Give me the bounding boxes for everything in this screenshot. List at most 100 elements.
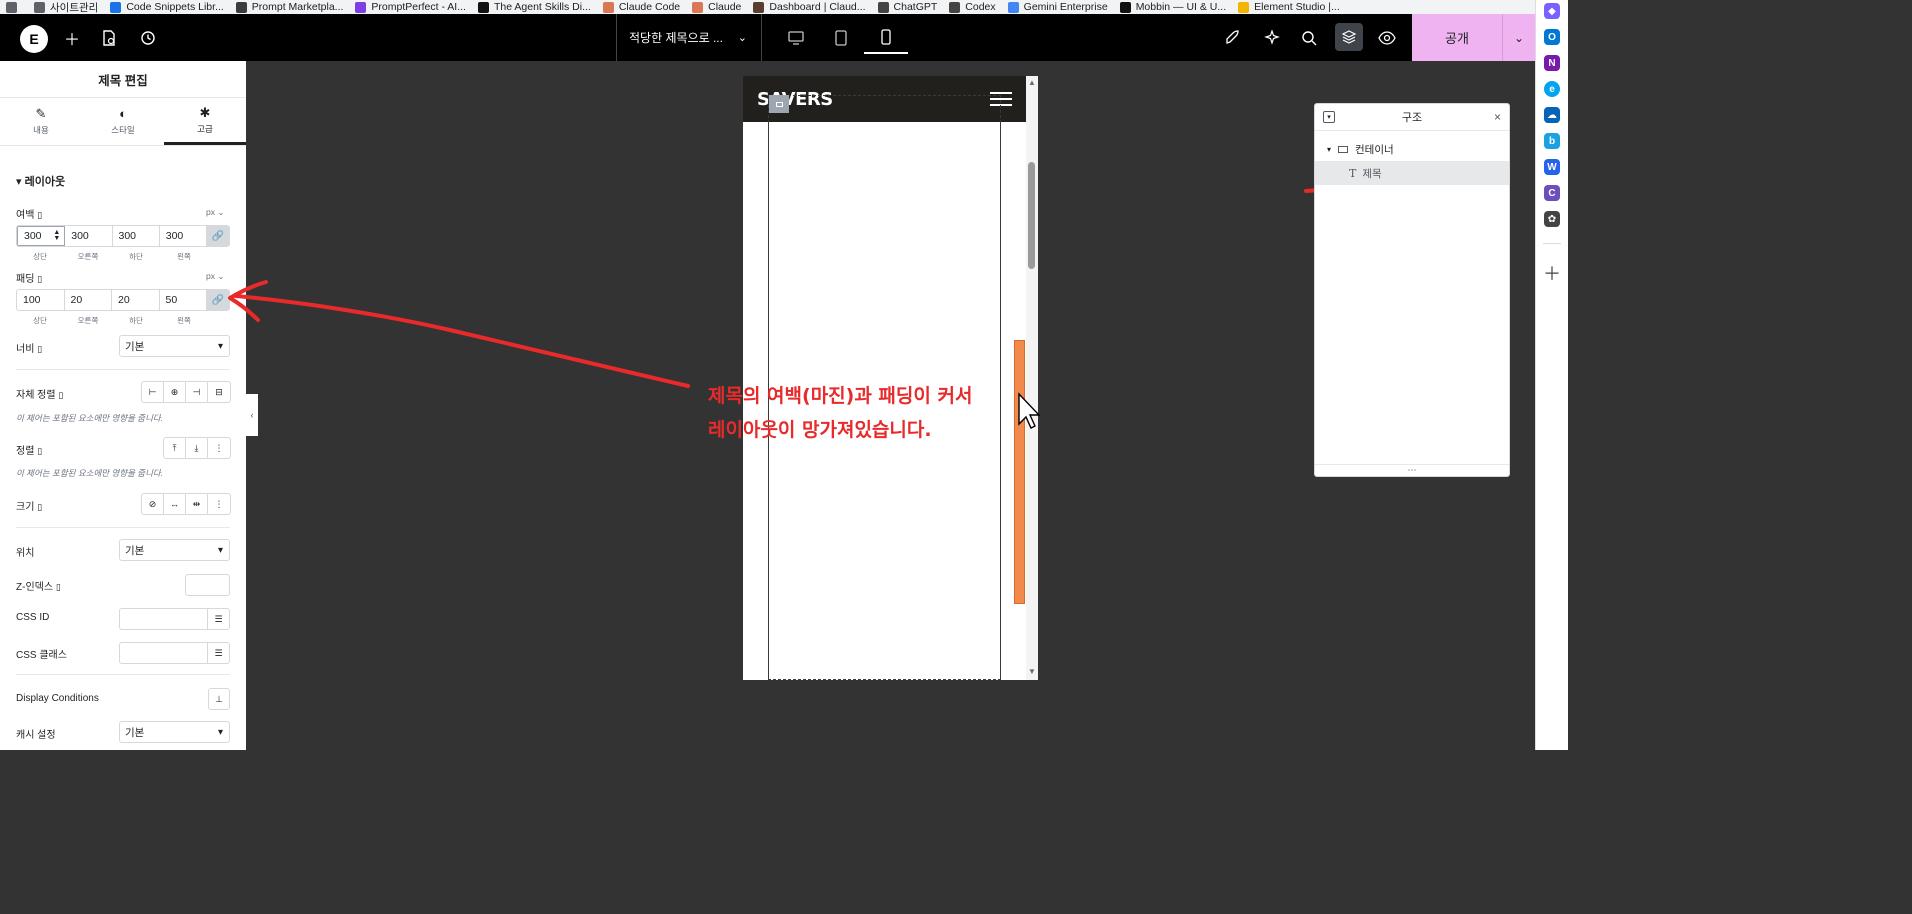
onenote-icon[interactable]: N <box>1544 55 1560 71</box>
bookmark-item[interactable]: Mobbin — UI & U... <box>1114 0 1232 14</box>
tab-style-label: 스타일 <box>111 125 135 135</box>
collapse-structure-icon[interactable]: ▾ <box>1323 111 1335 123</box>
layout-section-toggle[interactable]: ▾ 레이아웃 <box>16 173 65 189</box>
padding-top-input[interactable]: 100 <box>17 290 65 310</box>
bing-icon[interactable]: b <box>1544 133 1560 149</box>
dynamic-tags-icon[interactable]: ☰ <box>208 642 230 664</box>
margin-left-input[interactable]: 300 <box>160 226 207 246</box>
padding-left-input[interactable]: 50 <box>160 290 207 310</box>
css-class-input[interactable] <box>119 642 208 664</box>
align-start-icon[interactable]: ⊢ <box>142 382 164 402</box>
edge-icon[interactable]: e <box>1544 81 1560 97</box>
tab-content[interactable]: ✎ 내용 <box>0 98 82 145</box>
caret-down-icon[interactable]: ▾ <box>1327 145 1331 154</box>
display-conditions-sitemap-icon[interactable]: ⊥ <box>208 688 230 710</box>
bookmark-item[interactable]: PromptPerfect - AI... <box>349 0 472 14</box>
grow-icon[interactable]: ↔ <box>164 494 186 514</box>
link-values-icon[interactable]: 🔗 <box>207 226 229 246</box>
more-options-icon[interactable]: ⋮ <box>208 438 230 458</box>
margin-right-input[interactable]: 300 <box>65 226 113 246</box>
preview-eye-icon[interactable] <box>1376 27 1398 49</box>
no-grow-icon[interactable]: ⊘ <box>142 494 164 514</box>
bookmark-label: Gemini Enterprise <box>1023 1 1108 13</box>
desktop-view-button[interactable] <box>774 22 818 54</box>
bookmarks-bar: 사이트관리 Code Snippets Libr... Prompt Marketp… <box>0 0 1535 14</box>
bookmark-item[interactable]: Claude <box>686 0 747 14</box>
structure-item-heading[interactable]: T 제목 <box>1315 161 1509 185</box>
outlook-icon[interactable]: O <box>1544 29 1560 45</box>
collapse-panel-chevron-icon[interactable]: ‹ <box>246 394 258 436</box>
mobile-view-button[interactable] <box>864 22 908 54</box>
padding-right-input[interactable]: 20 <box>65 290 112 310</box>
history-icon[interactable] <box>137 27 159 49</box>
cache-label: 캐시 설정 <box>16 730 56 741</box>
self-align-note: 이 제어는 포함된 요소에만 영향을 줍니다. <box>16 413 164 423</box>
shrink-icon[interactable]: ⇹ <box>186 494 208 514</box>
document-title-dropdown[interactable]: 적당한 제목으로 ... ⌄ <box>616 14 762 61</box>
bookmark-item[interactable]: Code Snippets Libr... <box>104 0 229 14</box>
app-icon[interactable]: C <box>1544 185 1560 201</box>
ai-sparkle-icon[interactable] <box>1261 27 1283 49</box>
padding-bottom-input[interactable]: 20 <box>112 290 160 310</box>
bookmark-item[interactable]: The Agent Skills Di... <box>472 0 597 14</box>
bookmark-item[interactable]: Dashboard | Claud... <box>747 0 871 14</box>
cache-select[interactable]: 기본 <box>119 721 230 743</box>
bookmark-item[interactable]: Codex <box>943 0 1001 14</box>
align-stretch-icon[interactable]: ⊟ <box>208 382 230 402</box>
agent-skills-icon <box>477 1 489 13</box>
rocket-icon[interactable] <box>1221 27 1243 49</box>
container-icon <box>1338 145 1349 153</box>
add-element-icon[interactable]: ＋ <box>61 27 83 49</box>
bookmark-item[interactable]: ChatGPT <box>872 0 944 14</box>
extension-icon[interactable]: ◆ <box>1544 3 1560 19</box>
scroll-down-icon[interactable]: ▼ <box>1028 667 1036 676</box>
mobile-preview-canvas[interactable]: SAVERS ▲ ▼ <box>743 76 1038 680</box>
bookmark-item[interactable]: Claude Code <box>597 0 686 14</box>
css-id-input[interactable] <box>119 608 208 630</box>
chatgpt-icon[interactable]: ✿ <box>1544 211 1560 227</box>
margin-top-input[interactable]: 300 ▲ ▼ <box>17 226 66 246</box>
publish-button[interactable]: 공개 <box>1412 14 1502 61</box>
margin-unit-select[interactable]: px ⌄ <box>206 207 224 218</box>
elementor-logo[interactable]: E <box>20 25 48 53</box>
bookmark-item[interactable]: Element Studio |... <box>1232 0 1346 14</box>
close-icon[interactable]: × <box>1494 110 1501 124</box>
structure-resize-handle-icon[interactable]: ⋯ <box>1315 464 1509 476</box>
bookmark-item[interactable]: 사이트관리 <box>28 0 104 14</box>
order-first-icon[interactable]: ⤒ <box>164 438 186 458</box>
publish-options-chevron-icon[interactable]: ⌄ <box>1502 14 1535 61</box>
more-options-icon[interactable]: ⋮ <box>208 494 230 514</box>
padding-unit-select[interactable]: px ⌄ <box>206 271 224 282</box>
self-align-label: 자체 정렬 ▯ <box>16 390 64 401</box>
tablet-view-button[interactable] <box>819 22 863 54</box>
app-icon[interactable]: W <box>1544 159 1560 175</box>
margin-bottom-input[interactable]: 300 <box>113 226 160 246</box>
width-select[interactable]: 기본 <box>119 335 230 357</box>
bookmark-item[interactable] <box>0 0 28 14</box>
bookmark-item[interactable]: Gemini Enterprise <box>1002 0 1114 14</box>
widget-handle-icon[interactable] <box>769 95 789 113</box>
bookmark-label: Element Studio |... <box>1254 1 1340 13</box>
dynamic-tags-icon[interactable]: ☰ <box>208 608 230 630</box>
canvas-scroll-thumb[interactable] <box>1028 162 1035 269</box>
structure-title: 구조 <box>1401 112 1423 124</box>
order-last-icon[interactable]: ⤓ <box>186 438 208 458</box>
scroll-up-icon[interactable]: ▲ <box>1028 78 1036 87</box>
bookmark-item[interactable]: Prompt Marketpla... <box>230 0 350 14</box>
position-select[interactable]: 기본 <box>119 539 230 561</box>
search-icon[interactable] <box>1298 27 1320 49</box>
snippets-icon <box>110 1 122 13</box>
structure-item-container[interactable]: ▾ 컨테이너 <box>1315 137 1509 161</box>
align-end-icon[interactable]: ⊣ <box>186 382 208 402</box>
z-index-input[interactable] <box>185 574 230 596</box>
page-settings-icon[interactable] <box>98 27 120 49</box>
tab-style[interactable]: ◐ 스타일 <box>82 98 164 145</box>
tab-advanced[interactable]: ✱ 고급 <box>164 98 246 145</box>
link-values-icon[interactable]: 🔗 <box>207 290 229 310</box>
align-center-icon[interactable]: ⊕ <box>164 382 186 402</box>
stepper-icon[interactable]: ▲ ▼ <box>53 229 60 242</box>
bookmark-label: Dashboard | Claud... <box>769 1 866 13</box>
onedrive-icon[interactable]: ☁ <box>1544 107 1560 123</box>
structure-layers-button[interactable] <box>1335 23 1363 51</box>
add-icon[interactable]: ＋ <box>1543 260 1561 286</box>
